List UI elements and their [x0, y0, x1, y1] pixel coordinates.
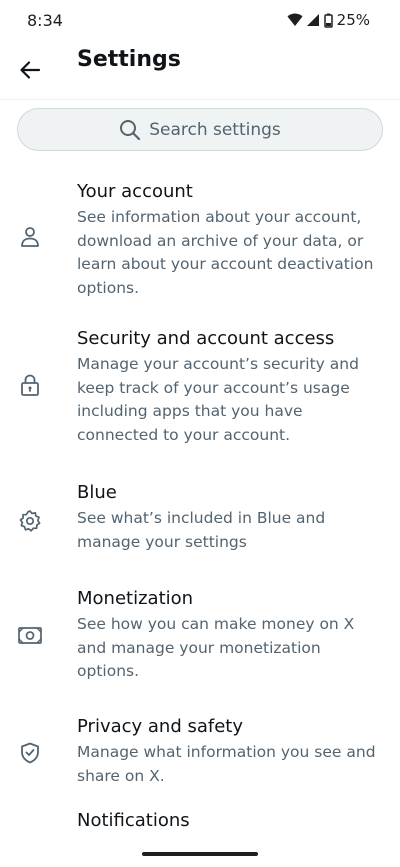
status-bar: 8:34 25%: [0, 0, 400, 40]
settings-item-title: Monetization: [77, 588, 194, 609]
settings-item-notifications[interactable]: Notifications: [0, 799, 400, 839]
settings-item-security[interactable]: Security and account access Manage your …: [0, 305, 400, 468]
back-button[interactable]: [14, 54, 46, 86]
settings-item-desc: See what’s included in Blue and manage y…: [77, 509, 326, 551]
settings-item-desc: Manage what information you see and shar…: [77, 743, 376, 785]
settings-item-desc: Manage your account’s security and keep …: [77, 355, 359, 444]
battery-icon: [323, 13, 333, 28]
home-indicator[interactable]: [142, 852, 258, 856]
settings-item-title: Notifications: [77, 810, 190, 831]
settings-item-your-account[interactable]: Your account See information about your …: [0, 170, 400, 305]
page-title: Settings: [77, 47, 181, 72]
settings-item-blue[interactable]: Blue See what’s included in Blue and man…: [0, 468, 400, 573]
status-icons: 25%: [287, 11, 370, 29]
shield-check-icon: [17, 740, 43, 766]
cellular-signal-icon: [306, 14, 319, 26]
settings-list: Your account See information about your …: [0, 170, 400, 839]
arrow-left-icon: [20, 61, 41, 79]
settings-item-title: Blue: [77, 482, 117, 503]
gear-icon: [17, 508, 43, 534]
settings-item-title: Your account: [77, 181, 193, 202]
settings-item-monetization[interactable]: Monetization See how you can make money …: [0, 573, 400, 701]
settings-item-desc: See how you can make money on X and mana…: [77, 615, 355, 680]
wifi-icon: [287, 13, 303, 26]
battery-percent: 25%: [336, 11, 370, 29]
lock-icon: [17, 372, 43, 398]
money-icon: [17, 623, 43, 649]
settings-item-desc: See information about your account, down…: [77, 208, 374, 297]
search-input[interactable]: Search settings: [17, 108, 383, 151]
search-icon: [120, 119, 141, 140]
header: Settings: [0, 40, 400, 100]
status-time: 8:34: [27, 11, 63, 30]
settings-item-title: Privacy and safety: [77, 716, 244, 737]
settings-item-title: Security and account access: [77, 328, 335, 349]
search-placeholder: Search settings: [149, 119, 281, 140]
settings-item-privacy[interactable]: Privacy and safety Manage what informati…: [0, 701, 400, 799]
person-icon: [17, 224, 43, 250]
